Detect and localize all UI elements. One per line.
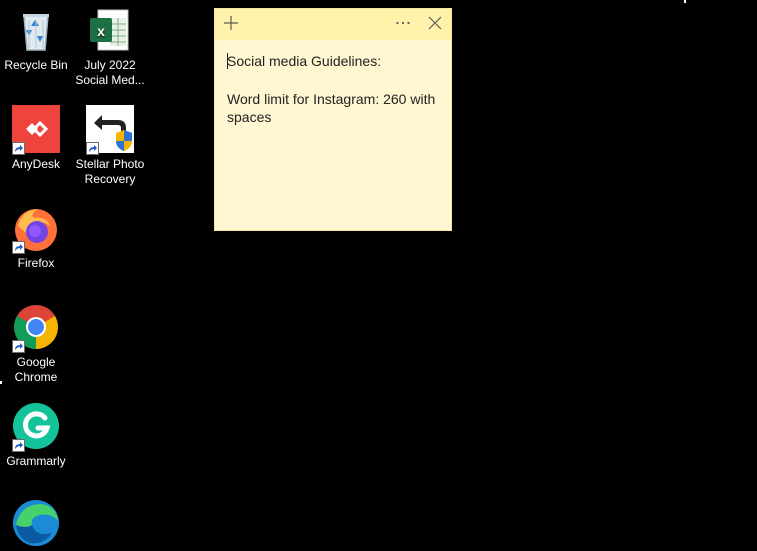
desktop-icon-label: July 2022 Social Med... <box>75 58 145 87</box>
chrome-icon <box>12 303 60 353</box>
sticky-note-title-bar[interactable] <box>215 9 451 40</box>
shortcut-arrow-icon <box>12 142 25 155</box>
plus-icon <box>223 15 239 36</box>
shortcut-arrow-icon <box>12 340 25 353</box>
desktop-icon-label: Grammarly <box>6 454 66 468</box>
desktop-icon-recycle-bin[interactable]: Recycle Bin <box>0 6 73 73</box>
desktop-icon-edge[interactable] <box>0 499 73 551</box>
note-line: Social media Guidelines: <box>227 52 439 70</box>
svg-text:x: x <box>97 23 105 39</box>
anydesk-icon <box>12 105 60 155</box>
excel-file-icon: x <box>86 6 134 54</box>
screen-artifact <box>0 381 2 384</box>
desktop-icon-label: Recycle Bin <box>4 58 68 72</box>
shortcut-arrow-icon <box>12 439 25 452</box>
grammarly-icon <box>12 402 60 452</box>
desktop-icon-anydesk[interactable]: AnyDesk <box>0 105 73 172</box>
note-line-blank <box>227 70 439 90</box>
desktop-icon-stellar-photo-recovery[interactable]: Stellar Photo Recovery <box>73 105 147 187</box>
sticky-note[interactable]: Social media Guidelines: Word limit for … <box>214 8 452 231</box>
shortcut-arrow-icon <box>12 241 25 254</box>
note-line: Word limit for Instagram: 260 with space… <box>227 91 436 125</box>
desktop-icon-google-chrome[interactable]: Google Chrome <box>0 303 73 385</box>
desktop-icon-firefox[interactable]: Firefox <box>0 204 73 271</box>
recycle-bin-icon <box>12 6 60 54</box>
close-button[interactable] <box>424 14 446 36</box>
desktop-icon-label: AnyDesk <box>11 157 61 171</box>
more-icon <box>395 15 411 36</box>
desktop-icon-grammarly[interactable]: Grammarly <box>0 402 73 469</box>
firefox-icon <box>12 204 60 254</box>
shortcut-arrow-icon <box>86 142 99 155</box>
menu-button[interactable] <box>392 14 414 36</box>
stellar-photo-recovery-icon <box>86 105 134 155</box>
desktop-icon-label: Stellar Photo Recovery <box>75 157 145 186</box>
desktop-icon-label: Google Chrome <box>14 355 58 384</box>
new-note-button[interactable] <box>220 14 242 36</box>
note-line-text: Social media Guidelines: <box>227 53 382 69</box>
note-text-area[interactable]: Social media Guidelines: Word limit for … <box>215 40 451 126</box>
edge-icon <box>12 499 60 547</box>
close-icon <box>427 15 443 36</box>
screen-artifact <box>684 0 686 3</box>
desktop-icon-label: Firefox <box>17 256 55 270</box>
desktop-icon-july-2022[interactable]: x July 2022 Social Med... <box>73 6 147 88</box>
